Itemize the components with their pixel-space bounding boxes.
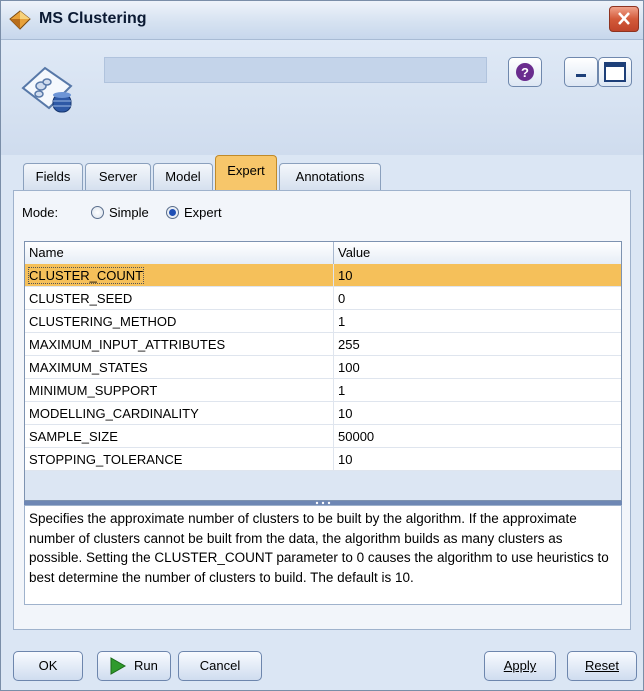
- tab-expert[interactable]: Expert: [215, 155, 277, 192]
- expert-panel: Mode: Simple Expert Name Value CLUSTER_C…: [13, 190, 631, 630]
- parameter-description: Specifies the approximate number of clus…: [24, 505, 622, 605]
- apply-button-label: Apply: [503, 658, 537, 673]
- window-title: MS Clustering: [39, 10, 147, 27]
- parameter-name: MAXIMUM_STATES: [29, 360, 148, 375]
- apply-button[interactable]: Apply: [484, 651, 556, 681]
- parameter-value[interactable]: 100: [338, 360, 360, 375]
- cell-divider: [333, 287, 334, 310]
- tab-fields[interactable]: Fields: [23, 163, 83, 191]
- parameter-value[interactable]: 10: [338, 268, 352, 283]
- run-button[interactable]: Run: [97, 651, 171, 681]
- cell-divider: [333, 310, 334, 333]
- parameter-name: CLUSTER_COUNT: [27, 267, 145, 284]
- tab-server[interactable]: Server: [85, 163, 151, 191]
- cancel-button[interactable]: Cancel: [178, 651, 262, 681]
- table-row[interactable]: CLUSTER_COUNT 10: [25, 264, 621, 287]
- table-header: Name Value: [25, 242, 621, 265]
- parameter-name: MAXIMUM_INPUT_ATTRIBUTES: [29, 337, 226, 352]
- cell-divider: [333, 333, 334, 356]
- parameter-value[interactable]: 10: [338, 406, 352, 421]
- tab-model[interactable]: Model: [153, 163, 213, 191]
- parameter-name: CLUSTER_SEED: [29, 291, 133, 306]
- parameter-value[interactable]: 10: [338, 452, 352, 467]
- parameter-name: MINIMUM_SUPPORT: [29, 383, 158, 398]
- parameter-name: STOPPING_TOLERANCE: [29, 452, 183, 467]
- cell-divider: [333, 448, 334, 471]
- maximize-icon: [604, 62, 626, 82]
- cell-divider: [333, 425, 334, 448]
- simple-radio-label[interactable]: Simple: [109, 205, 149, 220]
- parameter-name: MODELLING_CARDINALITY: [29, 406, 199, 421]
- play-icon: [110, 657, 127, 675]
- parameter-name: SAMPLE_SIZE: [29, 429, 118, 444]
- cell-divider: [333, 402, 334, 425]
- svg-text:?: ?: [521, 65, 529, 80]
- reset-button[interactable]: Reset: [567, 651, 637, 681]
- mode-label: Mode:: [22, 205, 59, 220]
- column-header-name[interactable]: Name: [29, 245, 64, 260]
- help-icon: ?: [516, 63, 534, 81]
- table-row[interactable]: CLUSTERING_METHOD 1: [25, 310, 621, 333]
- column-divider[interactable]: [333, 242, 334, 264]
- title-bar[interactable]: MS Clustering: [1, 1, 643, 40]
- parameter-value[interactable]: 1: [338, 383, 345, 398]
- maximize-button[interactable]: [598, 57, 632, 87]
- table-row[interactable]: STOPPING_TOLERANCE 10: [25, 448, 621, 471]
- help-button[interactable]: ?: [508, 57, 542, 87]
- table-row[interactable]: MAXIMUM_INPUT_ATTRIBUTES 255: [25, 333, 621, 356]
- table-row[interactable]: MINIMUM_SUPPORT 1: [25, 379, 621, 402]
- model-node-icon: [21, 66, 73, 113]
- table-row[interactable]: MODELLING_CARDINALITY 10: [25, 402, 621, 425]
- minimize-icon: [576, 74, 586, 77]
- parameter-name: CLUSTERING_METHOD: [29, 314, 177, 329]
- table-body: CLUSTER_COUNT 10 CLUSTER_SEED 0 CLUSTERI…: [25, 264, 621, 471]
- node-name-bar[interactable]: [104, 57, 487, 83]
- column-header-value[interactable]: Value: [338, 245, 370, 260]
- simple-radio[interactable]: [91, 206, 104, 219]
- parameter-value[interactable]: 0: [338, 291, 345, 306]
- cell-divider: [333, 264, 334, 287]
- parameter-value[interactable]: 50000: [338, 429, 374, 444]
- cell-divider: [333, 379, 334, 402]
- parameter-value[interactable]: 1: [338, 314, 345, 329]
- dialog-window: MS Clustering ? Fields Server Model Expe…: [0, 0, 644, 691]
- tab-annotations[interactable]: Annotations: [279, 163, 381, 191]
- node-diamond-icon: [9, 10, 31, 30]
- header-panel: ?: [1, 40, 643, 155]
- run-button-label: Run: [134, 658, 158, 673]
- cell-divider: [333, 356, 334, 379]
- expert-settings-table: Name Value CLUSTER_COUNT 10 CLUSTER_SEED…: [24, 241, 622, 501]
- table-row[interactable]: MAXIMUM_STATES 100: [25, 356, 621, 379]
- ok-button[interactable]: OK: [13, 651, 83, 681]
- close-button[interactable]: [609, 6, 639, 32]
- table-row[interactable]: CLUSTER_SEED 0: [25, 287, 621, 310]
- close-icon: [618, 12, 630, 25]
- expert-radio-label[interactable]: Expert: [184, 205, 222, 220]
- minimize-button[interactable]: [564, 57, 598, 87]
- table-row[interactable]: SAMPLE_SIZE 50000: [25, 425, 621, 448]
- parameter-value[interactable]: 255: [338, 337, 360, 352]
- expert-radio[interactable]: [166, 206, 179, 219]
- reset-button-label: Reset: [585, 658, 619, 673]
